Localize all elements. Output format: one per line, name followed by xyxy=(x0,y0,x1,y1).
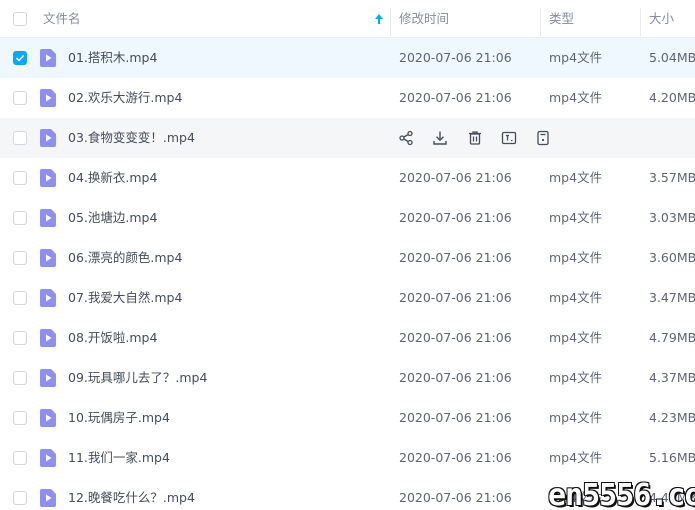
file-name[interactable]: 10.玩偶房子.mp4 xyxy=(68,398,170,438)
file-size: 3.47MB xyxy=(649,290,695,305)
table-row[interactable]: 05.池塘边.mp4 2020-07-06 21:06 mp4文件 3.03MB xyxy=(0,198,695,238)
table-row[interactable]: 11.我们一家.mp4 2020-07-06 21:06 mp4文件 5.16MB xyxy=(0,438,695,478)
file-size: 4.23MB xyxy=(649,410,695,425)
table-row[interactable]: 06.漂亮的颜色.mp4 2020-07-06 21:06 mp4文件 3.60MB xyxy=(0,238,695,278)
file-modified: 2020-07-06 21:06 xyxy=(399,290,512,305)
row-checkbox[interactable] xyxy=(13,131,27,145)
file-name[interactable]: 08.开饭啦.mp4 xyxy=(68,318,157,358)
file-type: mp4文件 xyxy=(549,290,603,305)
video-file-icon xyxy=(40,89,56,107)
video-file-icon xyxy=(40,409,56,427)
row-checkbox[interactable] xyxy=(13,251,27,265)
video-file-icon xyxy=(40,369,56,387)
row-checkbox[interactable] xyxy=(13,51,27,65)
video-file-icon xyxy=(40,209,56,227)
row-checkbox[interactable] xyxy=(13,371,27,385)
file-type: mp4文件 xyxy=(549,250,603,265)
table-row[interactable]: 08.开饭啦.mp4 2020-07-06 21:06 mp4文件 4.79MB xyxy=(0,318,695,358)
file-type: mp4文件 xyxy=(549,170,603,185)
column-header-type[interactable]: 类型 xyxy=(549,0,574,38)
table-row[interactable]: 03.食物变变变！.mp4 xyxy=(0,118,695,158)
file-modified: 2020-07-06 21:06 xyxy=(399,410,512,425)
delete-icon[interactable] xyxy=(467,130,483,146)
file-type: mp4文件 xyxy=(549,450,603,465)
file-size: 3.57MB xyxy=(649,170,695,185)
row-checkbox[interactable] xyxy=(13,491,27,505)
row-checkbox[interactable] xyxy=(13,211,27,225)
file-size: 3.03MB xyxy=(649,210,695,225)
table-row[interactable]: 09.玩具哪儿去了？.mp4 2020-07-06 21:06 mp4文件 4.37M… xyxy=(0,358,695,398)
table-row[interactable]: 07.我爱大自然.mp4 2020-07-06 21:06 mp4文件 3.47MB xyxy=(0,278,695,318)
video-file-icon xyxy=(40,489,56,507)
column-divider[interactable] xyxy=(390,8,391,36)
file-size: 5.04MB xyxy=(649,50,695,65)
download-icon[interactable] xyxy=(432,130,448,146)
video-file-icon xyxy=(40,129,56,147)
file-modified: 2020-07-06 21:06 xyxy=(399,330,512,345)
column-divider[interactable] xyxy=(640,8,641,36)
video-file-icon xyxy=(40,289,56,307)
file-type: mp4文件 xyxy=(549,210,603,225)
share-icon[interactable] xyxy=(398,130,414,146)
watermark: en5556.com xyxy=(548,478,695,510)
file-modified: 2020-07-06 21:06 xyxy=(399,210,512,225)
file-size: 4.20MB xyxy=(649,90,695,105)
table-row[interactable]: 01.搭积木.mp4 2020-07-06 21:06 mp4文件 5.04MB xyxy=(0,38,695,78)
row-checkbox[interactable] xyxy=(13,171,27,185)
file-type: mp4文件 xyxy=(549,410,603,425)
file-size: 5.16MB xyxy=(649,450,695,465)
file-modified: 2020-07-06 21:06 xyxy=(399,90,512,105)
file-name[interactable]: 02.欢乐大游行.mp4 xyxy=(68,78,182,118)
row-checkbox[interactable] xyxy=(13,91,27,105)
video-file-icon xyxy=(40,249,56,267)
file-size: 4.79MB xyxy=(649,330,695,345)
file-list-header: 文件名 修改时间 类型 大小 xyxy=(0,0,695,38)
file-type: mp4文件 xyxy=(549,370,603,385)
file-type: mp4文件 xyxy=(549,90,603,105)
sort-ascending-icon[interactable] xyxy=(374,13,384,25)
file-size: 3.60MB xyxy=(649,250,695,265)
column-header-modified[interactable]: 修改时间 xyxy=(399,0,449,38)
file-type: mp4文件 xyxy=(549,330,603,345)
file-name[interactable]: 09.玩具哪儿去了？.mp4 xyxy=(68,358,207,398)
video-file-icon xyxy=(40,449,56,467)
column-header-size[interactable]: 大小 xyxy=(649,0,674,38)
more-icon[interactable] xyxy=(535,130,551,146)
file-name[interactable]: 01.搭积木.mp4 xyxy=(68,38,157,78)
row-checkbox[interactable] xyxy=(13,451,27,465)
table-row[interactable]: 02.欢乐大游行.mp4 2020-07-06 21:06 mp4文件 4.20MB xyxy=(0,78,695,118)
file-modified: 2020-07-06 21:06 xyxy=(399,450,512,465)
file-name[interactable]: 07.我爱大自然.mp4 xyxy=(68,278,182,318)
column-header-name[interactable]: 文件名 xyxy=(43,0,81,38)
file-modified: 2020-07-06 21:06 xyxy=(399,490,512,505)
file-modified: 2020-07-06 21:06 xyxy=(399,50,512,65)
file-name[interactable]: 11.我们一家.mp4 xyxy=(68,438,170,478)
table-row[interactable]: 10.玩偶房子.mp4 2020-07-06 21:06 mp4文件 4.23MB xyxy=(0,398,695,438)
file-type: mp4文件 xyxy=(549,50,603,65)
file-name[interactable]: 12.晚餐吃什么？.mp4 xyxy=(68,478,195,510)
file-modified: 2020-07-06 21:06 xyxy=(399,170,512,185)
file-name[interactable]: 05.池塘边.mp4 xyxy=(68,198,157,238)
file-name[interactable]: 03.食物变变变！.mp4 xyxy=(68,118,195,158)
rename-icon[interactable] xyxy=(501,130,517,146)
file-modified: 2020-07-06 21:06 xyxy=(399,250,512,265)
video-file-icon xyxy=(40,329,56,347)
file-name[interactable]: 06.漂亮的颜色.mp4 xyxy=(68,238,182,278)
column-divider[interactable] xyxy=(540,8,541,36)
file-modified: 2020-07-06 21:06 xyxy=(399,370,512,385)
video-file-icon xyxy=(40,49,56,67)
row-checkbox[interactable] xyxy=(13,331,27,345)
file-size: 4.37MB xyxy=(649,370,695,385)
video-file-icon xyxy=(40,169,56,187)
select-all-checkbox[interactable] xyxy=(13,12,27,26)
file-name[interactable]: 04.换新衣.mp4 xyxy=(68,158,157,198)
row-checkbox[interactable] xyxy=(13,291,27,305)
row-checkbox[interactable] xyxy=(13,411,27,425)
table-row[interactable]: 04.换新衣.mp4 2020-07-06 21:06 mp4文件 3.57MB xyxy=(0,158,695,198)
